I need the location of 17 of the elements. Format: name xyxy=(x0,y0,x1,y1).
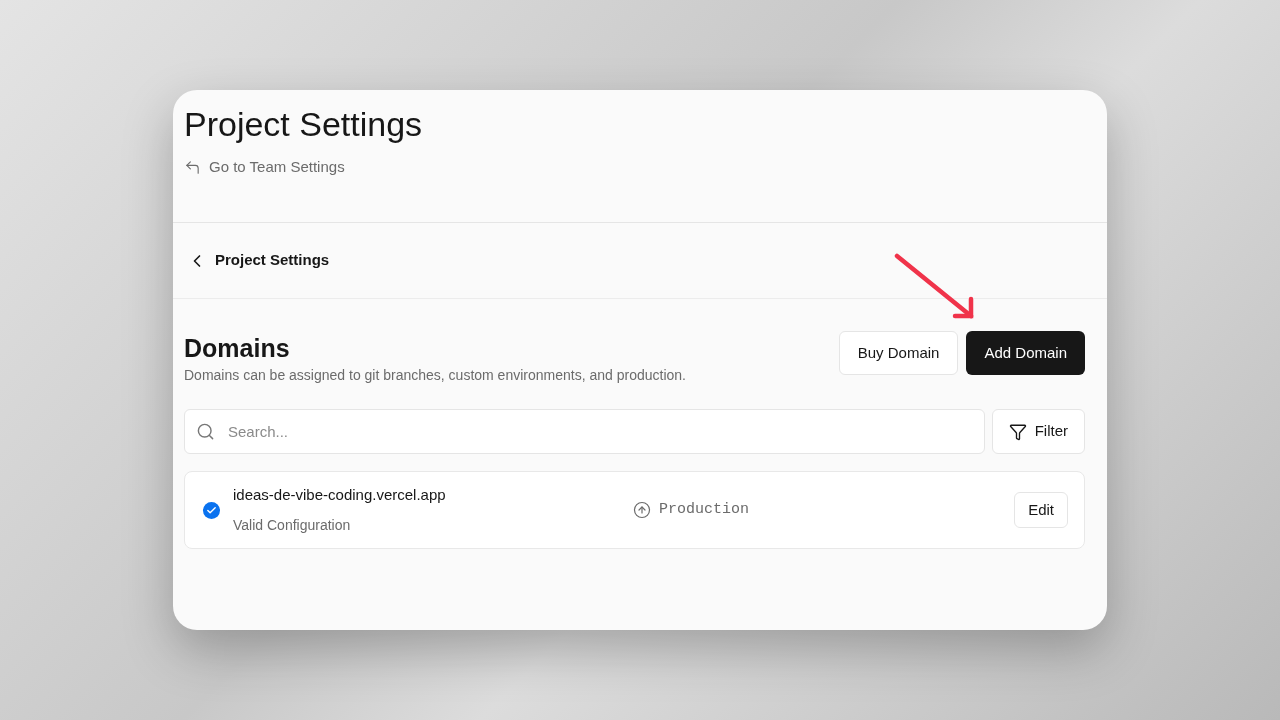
search-field[interactable]: Search... xyxy=(184,409,985,454)
domain-status: Valid Configuration xyxy=(233,516,351,536)
section-title: Domains xyxy=(184,333,290,363)
section-description: Domains can be assigned to git branches, custom environments, and production. xyxy=(184,366,686,385)
back-nav-button[interactable]: Project Settings xyxy=(187,249,330,272)
filter-icon xyxy=(1008,422,1027,441)
team-settings-link[interactable]: Go to Team Settings xyxy=(184,156,345,179)
buy-domain-button[interactable]: Buy Domain xyxy=(838,331,959,375)
page-title: Project Settings xyxy=(184,104,423,144)
arrow-up-circle-icon xyxy=(633,501,651,519)
return-arrow-icon xyxy=(184,158,201,176)
add-domain-button[interactable]: Add Domain xyxy=(966,331,1085,375)
search-icon xyxy=(196,422,215,441)
environment-label: Production xyxy=(633,498,749,522)
domain-name[interactable]: ideas-de-vibe-coding.vercel.app xyxy=(233,483,446,507)
filter-button[interactable]: Filter xyxy=(991,409,1085,454)
edit-button[interactable]: Edit xyxy=(1014,492,1068,528)
